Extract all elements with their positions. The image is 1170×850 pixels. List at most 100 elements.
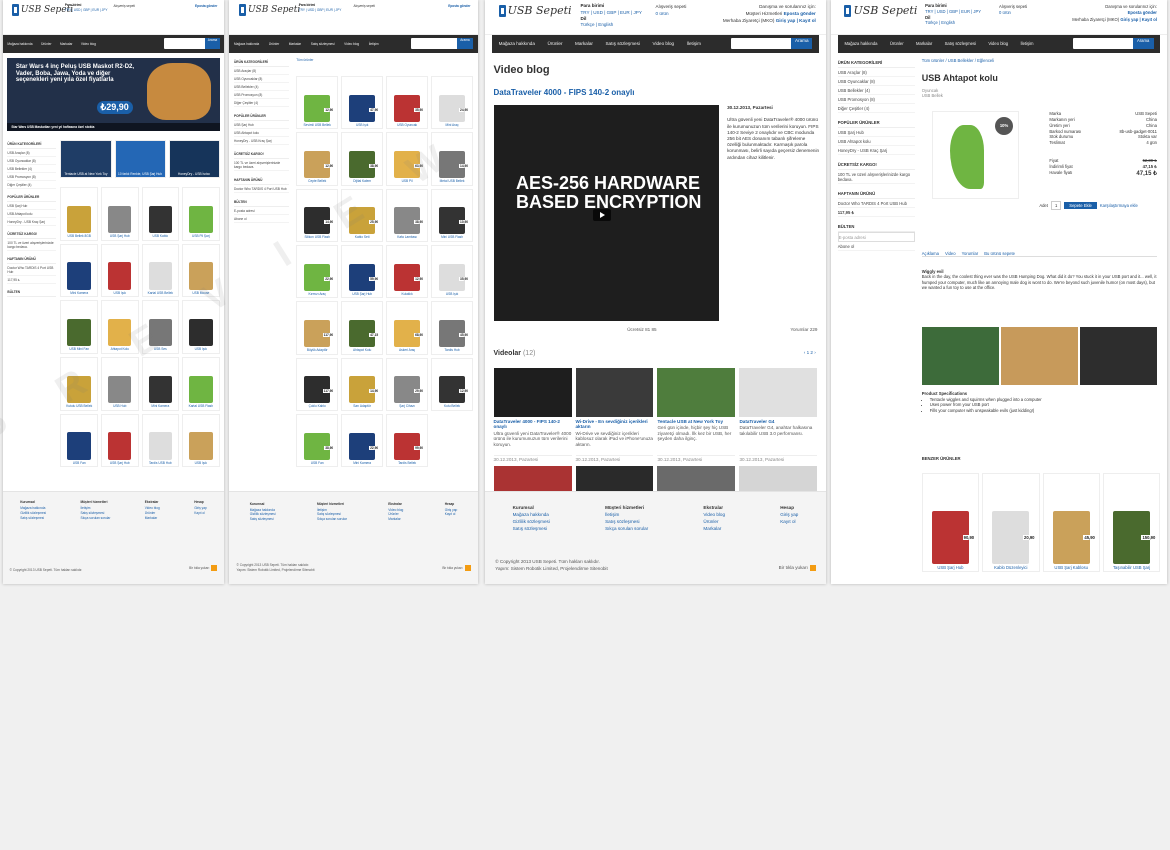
product-name[interactable]: Silikon USB Flash [304,236,330,240]
product-name[interactable]: USB Şarj Hub [110,235,130,239]
category-item[interactable]: Diğer Çeşitler (4) [234,99,289,107]
category-item[interactable]: USB Promosyon (8) [838,95,915,104]
product-card[interactable]: 12,90Kutu Bellek [431,358,473,411]
nav-item-products[interactable]: Ürünler [547,41,562,46]
product-card[interactable]: Kutulu USB Bellek [60,357,98,411]
category-item[interactable]: USB Araçlar (8) [234,67,289,75]
video-thumbnail[interactable] [739,368,817,417]
search-input[interactable]: Arama [411,38,473,49]
product-card[interactable]: 117,90Çoklu Kablo [296,358,338,411]
search-button[interactable]: Arama [457,38,473,49]
product-name[interactable]: USB Kablo [152,235,168,239]
product-card[interactable]: Ahtapot Kolu [101,300,139,354]
product-name[interactable]: USB Fan [311,462,324,466]
video-card[interactable]: Tentacle USB at New York ToyGeri gün içi… [657,368,735,462]
product-name[interactable]: Sarı Adaptör [353,405,371,409]
category-item[interactable]: Diğer Çeşitler (4) [838,104,915,113]
popular-item[interactable]: USB Ahtapot kolu [7,210,56,218]
product-name[interactable]: Ahtapot Kolu [111,348,129,352]
cart-summary[interactable]: Alışveriş sepeti0 ürün [999,4,1027,17]
currency-links[interactable]: TRY | USD | GBP | EUR | JPY [65,8,108,12]
popular-item[interactable]: HoneyDry - USB Kraç Şarj [838,146,915,155]
product-name[interactable]: USB Işık [446,293,458,297]
category-item[interactable]: USB Bellekler (4) [234,83,289,91]
hero-banner[interactable]: Star Wars 4 inç Peluş USB Maskot R2-D2, … [7,58,219,131]
footer-link[interactable]: Sıkça sorulan sorular [80,516,110,521]
product-card[interactable]: 45,90USB Şarj Kablosu [1043,473,1100,572]
product-name[interactable]: Sevimli USB Bellek [304,124,331,128]
product-name[interactable]: Mini USB Flash [441,236,463,240]
product-name[interactable]: USB Pil [402,180,413,184]
footer-link[interactable]: Markalar [145,516,160,521]
footer-link[interactable]: Satış sözleşmesi [250,517,276,522]
product-card[interactable]: Kartal USB Bellek [142,244,180,298]
product-name[interactable]: Tardis Bellek [398,462,416,466]
help-email-link[interactable]: Eposta gönder [784,11,816,16]
product-name[interactable]: USB Şarj Kablosu [1054,566,1088,571]
product-name[interactable]: Cepte Bellek [308,180,326,184]
product-name[interactable]: USB Mouse [192,292,209,296]
login-links[interactable]: Giriş yap | Kayıt ol [776,18,816,23]
product-card[interactable]: USB Mini Fan [60,300,98,354]
product-card[interactable]: USB Işık [182,300,220,354]
product-card[interactable]: 35,90USB Oyuncak [386,76,428,129]
product-name[interactable]: USB Işık [356,124,368,128]
product-card[interactable]: USB Ses [142,300,180,354]
product-card[interactable]: USB Fan [60,414,98,468]
nav-item-contract[interactable]: Satış sözleşmesi [945,41,976,46]
category-item[interactable]: USB Promosyon (8) [234,91,289,99]
video-player[interactable]: AES-256 HARDWARE BASED ENCRYPTION [494,105,719,321]
product-name[interactable]: Metal USB Bellek [440,180,465,184]
newsletter-button[interactable]: Abone ol [234,215,289,223]
search-input[interactable]: Arama [1073,38,1153,49]
language-links[interactable]: Türkçe | English [580,22,613,27]
nav-item-contact[interactable]: İletişim [687,41,701,46]
add-to-cart-button[interactable]: Sepete Ekle [1064,202,1097,209]
comments-count[interactable]: Yorumlar 229 [790,327,817,332]
product-card[interactable]: 45,90Tardis Hub [431,301,473,354]
product-name[interactable]: Kırmızı Araç [309,293,326,297]
product-card[interactable]: Mini Kamera [142,357,180,411]
product-name[interactable]: Kulaklık [402,293,413,297]
product-card[interactable]: 14,90Sarı Adaptör [341,358,383,411]
popular-item[interactable]: USB Şarj Hub [7,202,56,210]
post-title[interactable]: DataTraveler 4000 - FIPS 140-2 onaylı [494,88,635,97]
nav-item-contract[interactable]: Satış sözleşmesi [311,42,335,46]
category-item[interactable]: USB Oyuncaklar (8) [234,75,289,83]
product-card[interactable]: Kartal USB Flash [182,357,220,411]
product-card[interactable]: 35,90USB Işık [431,245,473,298]
product-name[interactable]: Çoklu Kablo [309,405,326,409]
site-logo[interactable]: USB Sepeti [499,4,572,17]
product-subcategory[interactable]: USB Bellek [922,93,943,98]
product-card[interactable]: 12,90Sevimli USB Bellek [296,76,338,129]
popular-item[interactable]: USB Şarj Hub [838,128,915,137]
help-email-link[interactable]: Eposta gönder [195,4,217,8]
product-name[interactable]: Ahtapot Kolu [353,349,371,353]
site-logo[interactable]: USB Sepeti [239,4,300,16]
video-title[interactable]: Wi-Drive - En sevdiğiniz içerikleri akta… [576,419,654,430]
currency-links[interactable]: TRY | USD | GBP | EUR | JPY [299,8,342,12]
search-button[interactable]: Arama [205,38,219,49]
product-card[interactable]: 14,90Silikon USB Flash [296,189,338,242]
popular-item[interactable]: USB Şarj Hub [234,121,289,129]
video-title[interactable]: DataTraveler G4 [739,419,817,425]
product-name[interactable]: Askeri Araç [399,349,415,353]
product-name[interactable]: USB Şarj Hub [110,462,130,466]
nav-item-products[interactable]: Ürünler [41,42,51,46]
currency-links[interactable]: TRY | USD | GBP | EUR | JPY [580,10,641,15]
product-name[interactable]: Büyük Adaptör [307,349,328,353]
product-card[interactable]: USB Mouse [182,244,220,298]
product-name[interactable]: USB Hub [113,405,126,409]
back-to-top[interactable]: Bir tıkla yukarı [779,565,816,571]
promo-tile[interactable]: Tentacle USB at New York Toy [60,140,111,178]
product-card[interactable]: 20,90Kablo Düzenleyici [982,473,1039,572]
product-category[interactable]: Oyuncak [922,88,939,93]
footer-link[interactable]: Mağaza hakkında [513,512,550,519]
nav-item-video-blog[interactable]: Video blog [652,41,674,46]
category-item[interactable]: USB Araçlar (8) [838,68,915,77]
currency-links[interactable]: TRY | USD | GBP | EUR | JPY [925,9,981,14]
product-name[interactable]: Kartal USB Bellek [148,292,173,296]
footer-link[interactable]: Ürünler [703,519,725,526]
footer-link[interactable]: Sıkça sorulan sorular [605,526,648,533]
nav-item-video-blog[interactable]: Video blog [81,42,96,46]
